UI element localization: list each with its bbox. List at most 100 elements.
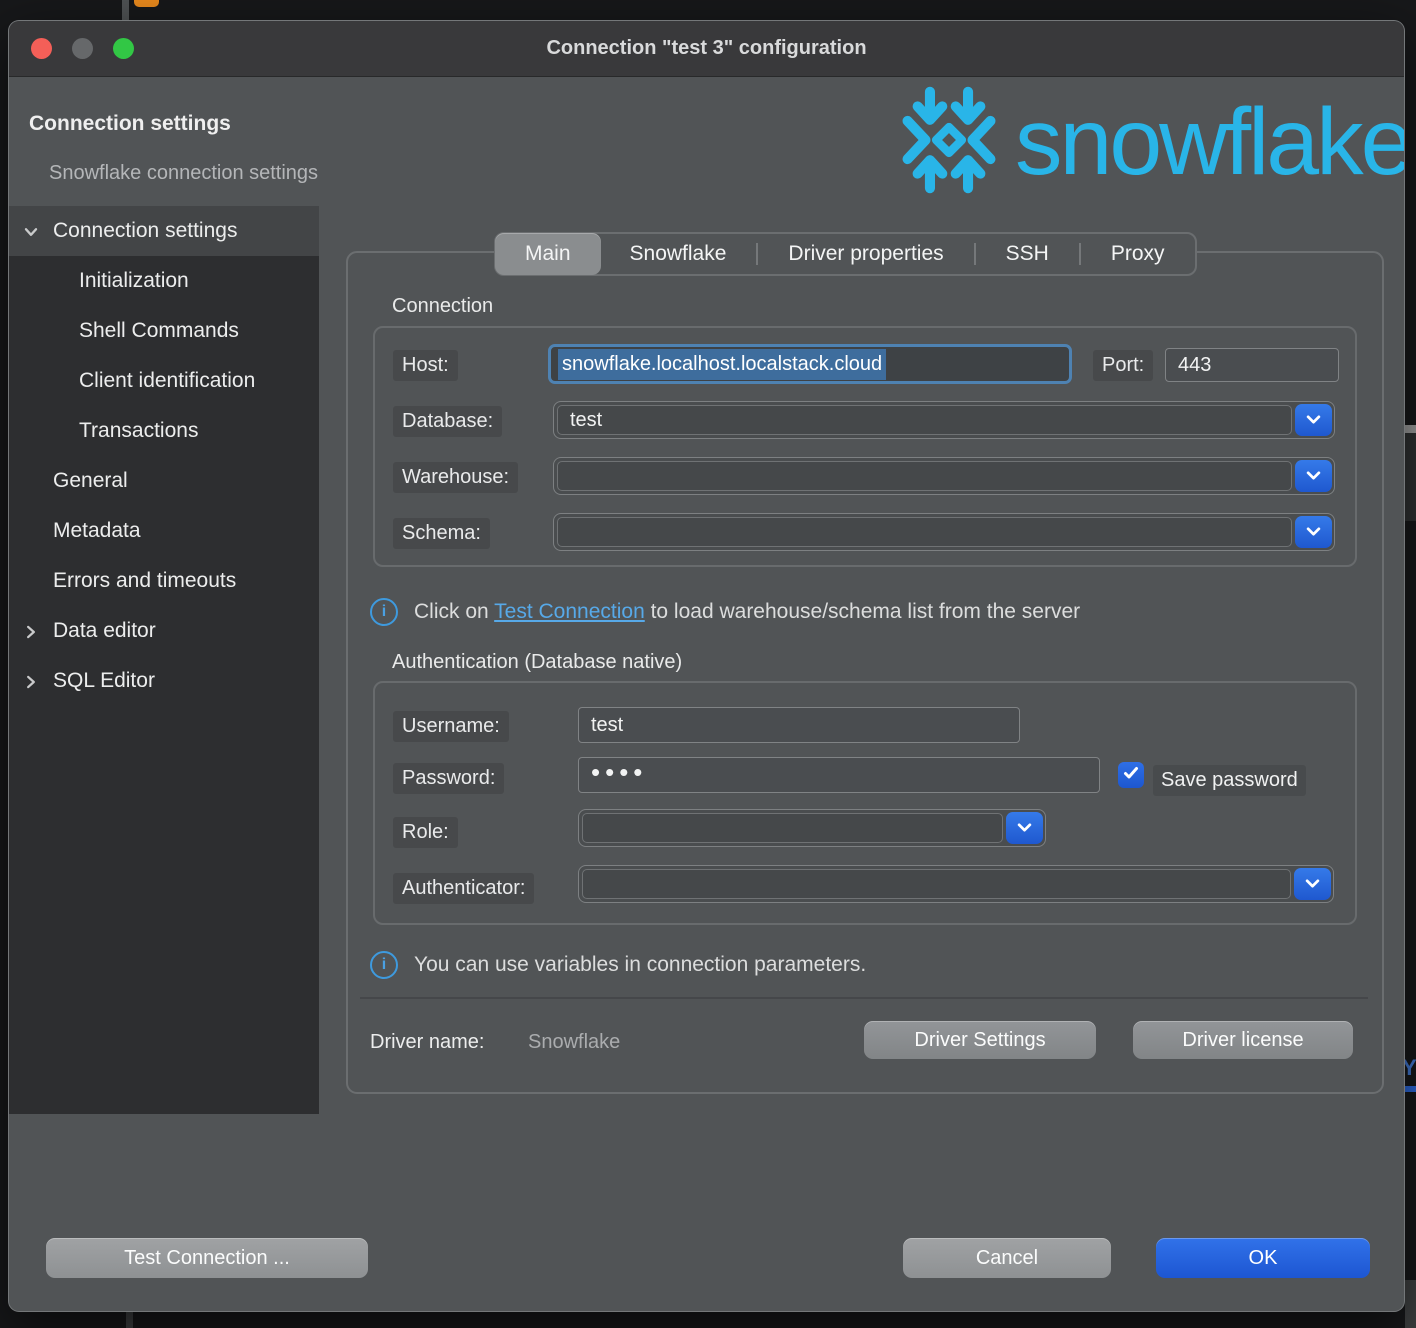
authenticator-select[interactable] xyxy=(578,865,1334,903)
settings-content: Connection Host: snowflake.localhost.loc… xyxy=(319,206,1404,1114)
port-value: 443 xyxy=(1178,354,1211,377)
authentication-group: Username: test Password: •••• Save passw… xyxy=(373,681,1357,925)
database-dropdown-button[interactable] xyxy=(1295,404,1332,436)
chevron-down-icon xyxy=(1306,413,1321,428)
authenticator-value xyxy=(582,869,1291,899)
warehouse-dropdown-button[interactable] xyxy=(1295,460,1332,492)
sidebar-item-client-identification[interactable]: Client identification xyxy=(9,356,319,406)
divider xyxy=(360,997,1368,999)
test-connection-button[interactable]: Test Connection ... xyxy=(46,1238,368,1278)
chevron-right-icon[interactable] xyxy=(22,673,40,691)
sidebar-item-connection-settings[interactable]: Connection settings xyxy=(9,206,319,256)
driver-license-button[interactable]: Driver license xyxy=(1133,1021,1353,1059)
check-icon xyxy=(1123,766,1139,785)
dialog-header: Connection settings Snowflake connection… xyxy=(9,76,1404,206)
sidebar-item-label: Data editor xyxy=(53,619,156,643)
tab-proxy[interactable]: Proxy xyxy=(1081,234,1195,274)
connection-section-label: Connection xyxy=(392,295,493,318)
window-title: Connection "test 3" configuration xyxy=(9,21,1404,76)
snowflake-glyph-icon xyxy=(893,84,1005,201)
info-icon: i xyxy=(370,598,398,626)
sidebar-item-label: SQL Editor xyxy=(53,669,155,693)
snowflake-wordmark: snowflake xyxy=(1015,95,1405,190)
snowflake-logo: snowflake xyxy=(893,84,1405,200)
save-password-label[interactable]: Save password xyxy=(1153,765,1306,796)
schema-select[interactable] xyxy=(553,513,1335,551)
host-input[interactable]: snowflake.localhost.localstack.cloud xyxy=(548,344,1072,384)
warehouse-value xyxy=(557,461,1292,491)
info-icon: i xyxy=(370,951,398,979)
test-connection-hint: i Click on Test Connection to load wareh… xyxy=(370,598,1080,626)
schema-dropdown-button[interactable] xyxy=(1295,516,1332,548)
save-password-checkbox[interactable] xyxy=(1118,762,1144,788)
username-input[interactable]: test xyxy=(578,707,1020,743)
dialog-body: Connection settings Initialization Shell… xyxy=(9,206,1404,1114)
role-select[interactable] xyxy=(578,809,1046,847)
port-input[interactable]: 443 xyxy=(1165,348,1339,382)
chevron-down-icon xyxy=(1017,821,1032,836)
test-connection-link[interactable]: Test Connection xyxy=(494,600,645,623)
password-input[interactable]: •••• xyxy=(578,757,1100,793)
sidebar-item-initialization[interactable]: Initialization xyxy=(9,256,319,306)
chevron-down-icon xyxy=(1305,877,1320,892)
tab-main[interactable]: Main xyxy=(495,233,601,275)
variables-hint: i You can use variables in connection pa… xyxy=(370,951,866,979)
cancel-button[interactable]: Cancel xyxy=(903,1238,1111,1278)
database-label: Database: xyxy=(393,406,502,437)
sidebar-item-label: Shell Commands xyxy=(79,319,239,343)
page-subtitle: Snowflake connection settings xyxy=(49,162,318,185)
background-app-icon xyxy=(134,0,159,7)
sidebar-item-transactions[interactable]: Transactions xyxy=(9,406,319,456)
tab-ssh[interactable]: SSH xyxy=(976,234,1079,274)
sidebar-item-general[interactable]: General xyxy=(9,456,319,506)
sidebar-item-label: Metadata xyxy=(53,519,141,543)
sidebar-item-label: Errors and timeouts xyxy=(53,569,236,593)
sidebar-item-label: General xyxy=(53,469,128,493)
ok-button[interactable]: OK xyxy=(1156,1238,1370,1278)
background-artifact xyxy=(1405,1086,1416,1092)
config-tabs: Main Snowflake Driver properties SSH Pro… xyxy=(494,232,1197,276)
username-value: test xyxy=(591,714,623,737)
tab-driver-properties[interactable]: Driver properties xyxy=(758,234,973,274)
connection-group: Host: snowflake.localhost.localstack.clo… xyxy=(373,326,1357,567)
background-divider-line xyxy=(122,0,129,21)
role-value xyxy=(582,813,1003,843)
background-artifact xyxy=(1405,1280,1416,1328)
sidebar-item-label: Initialization xyxy=(79,269,189,293)
driver-name-value: Snowflake xyxy=(528,1031,620,1054)
sidebar-item-metadata[interactable]: Metadata xyxy=(9,506,319,556)
driver-settings-button[interactable]: Driver Settings xyxy=(864,1021,1096,1059)
chevron-down-icon xyxy=(1306,469,1321,484)
schema-value xyxy=(557,517,1292,547)
database-value: test xyxy=(557,405,1292,435)
settings-sidebar: Connection settings Initialization Shell… xyxy=(9,206,319,1114)
main-tab-panel: Connection Host: snowflake.localhost.loc… xyxy=(346,251,1384,1094)
username-label: Username: xyxy=(393,711,509,742)
chevron-down-icon xyxy=(1306,525,1321,540)
tab-snowflake[interactable]: Snowflake xyxy=(600,234,757,274)
sidebar-item-errors-and-timeouts[interactable]: Errors and timeouts xyxy=(9,556,319,606)
authenticator-dropdown-button[interactable] xyxy=(1294,868,1331,900)
dialog-titlebar: Connection "test 3" configuration xyxy=(9,21,1404,77)
chevron-down-icon[interactable] xyxy=(22,223,40,241)
sidebar-item-sql-editor[interactable]: SQL Editor xyxy=(9,656,319,706)
password-value: •••• xyxy=(591,759,647,785)
sidebar-item-label: Transactions xyxy=(79,419,198,443)
page-title: Connection settings xyxy=(29,112,231,136)
warehouse-select[interactable] xyxy=(553,457,1335,495)
schema-label: Schema: xyxy=(393,518,490,549)
password-label: Password: xyxy=(393,763,504,794)
hint-prefix: Click on xyxy=(414,600,494,623)
chevron-right-icon[interactable] xyxy=(22,623,40,641)
background-artifact xyxy=(1405,425,1416,433)
background-artifact xyxy=(1405,433,1416,521)
role-label: Role: xyxy=(393,817,458,848)
sidebar-item-shell-commands[interactable]: Shell Commands xyxy=(9,306,319,356)
host-label: Host: xyxy=(393,350,458,381)
database-select[interactable]: test xyxy=(553,401,1335,439)
sidebar-item-label: Connection settings xyxy=(53,219,237,243)
connection-config-dialog: Connection "test 3" configuration Connec… xyxy=(8,20,1405,1312)
role-dropdown-button[interactable] xyxy=(1006,812,1043,844)
hint-text: Click on Test Connection to load warehou… xyxy=(414,600,1080,624)
sidebar-item-data-editor[interactable]: Data editor xyxy=(9,606,319,656)
